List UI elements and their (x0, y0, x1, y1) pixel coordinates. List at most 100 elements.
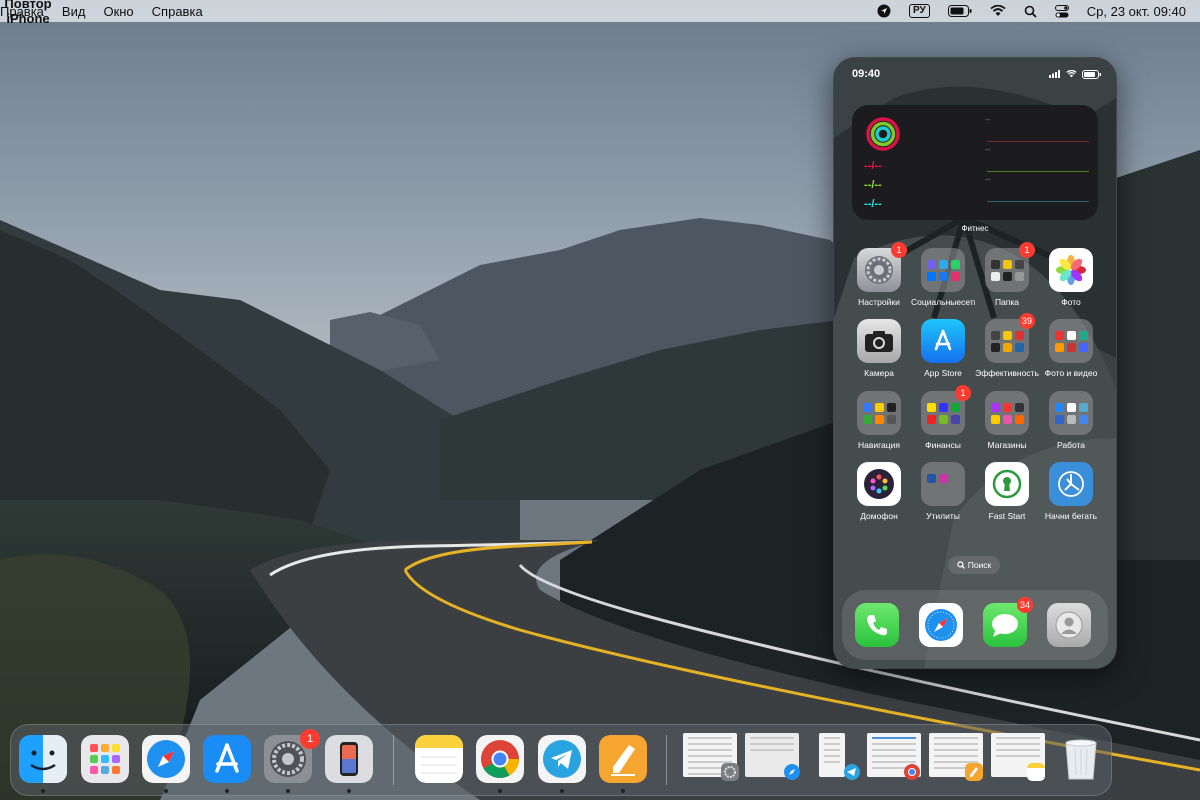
battery-icon[interactable] (947, 5, 972, 17)
signal-icon (1049, 70, 1060, 78)
folder-preview-icon (990, 402, 1024, 424)
running-icon (1058, 471, 1084, 497)
messages-badge: 34 (1017, 597, 1033, 613)
menu-view[interactable]: Вид (62, 4, 86, 19)
app-phone[interactable] (855, 603, 899, 647)
settings-dock-badge: 1 (300, 729, 320, 749)
iphone-mirroring-window[interactable]: 09:40 --/-- --/-- --/-- -- -- -- Фитнес … (833, 57, 1117, 669)
photos-flower-icon (1056, 255, 1086, 285)
folder-generic[interactable]: 1 Папка (975, 242, 1039, 307)
running-indicator (498, 789, 502, 793)
dock-separator (393, 735, 394, 785)
folder-badge: 1 (1019, 242, 1035, 258)
trash-icon[interactable] (1057, 735, 1105, 783)
app-label: Утилиты (926, 511, 960, 521)
search-label: Поиск (967, 560, 992, 570)
app-label: Фото и видео (1044, 368, 1098, 378)
notes-icon[interactable] (415, 735, 463, 783)
pages-icon[interactable] (599, 735, 647, 783)
folder-utilities[interactable]: Утилиты (911, 462, 975, 521)
intercom-icon (864, 469, 894, 499)
launchpad-icon[interactable] (81, 735, 129, 783)
app-label: Эффективность (975, 368, 1039, 378)
app-store-dock-icon[interactable] (203, 735, 251, 783)
app-menu[interactable]: Повтор iPhone (0, 0, 60, 26)
menu-window[interactable]: Окно (103, 4, 133, 19)
folder-photo-video[interactable]: Фото и видео (1039, 319, 1103, 378)
folder-preview-icon (926, 473, 960, 495)
app-messages[interactable]: 34 (983, 597, 1033, 647)
app-label: Начни бегать (1044, 511, 1098, 521)
productivity-badge: 39 (1019, 313, 1035, 329)
phone-status-bar: 09:40 (852, 68, 1102, 80)
control-center-icon[interactable] (1054, 4, 1069, 18)
wifi-icon[interactable] (990, 5, 1006, 17)
safari-mini-icon (784, 764, 800, 780)
macos-dock: 1 (10, 724, 1112, 796)
app-fast-start[interactable]: Fast Start (975, 462, 1039, 521)
folder-social[interactable]: Социальныесети (911, 248, 975, 307)
location-icon[interactable] (877, 4, 891, 18)
gear-icon (865, 256, 893, 284)
phone-wifi-icon (1066, 70, 1077, 78)
finance-badge: 1 (955, 385, 971, 401)
folder-navigation[interactable]: Навигация (847, 391, 911, 450)
iphone-mirroring-icon[interactable] (325, 735, 373, 783)
phone-handset-icon (867, 615, 887, 636)
minimized-window-3[interactable] (819, 733, 845, 777)
spotlight-search-pill[interactable]: Поиск (948, 556, 1000, 574)
folder-productivity[interactable]: 39 Эффективность (975, 313, 1039, 378)
app-camera[interactable]: Камера (847, 319, 911, 378)
finder-icon[interactable] (19, 735, 67, 783)
app-intercom[interactable]: Домофон (847, 462, 911, 521)
telegram-mini-icon (844, 764, 860, 780)
app-label: Магазины (987, 440, 1027, 450)
folder-finance[interactable]: 1 Финансы (911, 385, 975, 450)
message-bubble-icon (992, 614, 1018, 637)
app-contacts[interactable] (1047, 603, 1091, 647)
camera-icon (865, 331, 893, 352)
menu-help[interactable]: Справка (152, 4, 203, 19)
app-app-store[interactable]: App Store (911, 319, 975, 378)
safari-icon[interactable] (142, 735, 190, 783)
notes-mini-icon (1027, 763, 1045, 781)
app-label: Камера (864, 368, 894, 378)
app-label: Фото (1061, 297, 1081, 307)
app-label: Домофон (860, 511, 898, 521)
app-label: Работа (1056, 440, 1086, 450)
settings-mini-icon (721, 763, 739, 781)
stand-value: --/-- (864, 198, 882, 210)
exercise-chart: -- (985, 145, 1089, 172)
keyhole-icon (992, 469, 1022, 499)
input-source-indicator[interactable]: РУ (908, 4, 930, 18)
running-indicator (225, 789, 229, 793)
app-safari[interactable] (919, 603, 963, 647)
telegram-icon[interactable] (538, 735, 586, 783)
chrome-mini-icon (904, 764, 920, 780)
folder-shops[interactable]: Магазины (975, 391, 1039, 450)
stand-chart: -- (985, 175, 1089, 202)
chrome-icon[interactable] (476, 735, 524, 783)
exercise-value: --/-- (864, 179, 882, 191)
app-store-icon (934, 329, 952, 351)
app-settings[interactable]: 1 Настройки (847, 242, 911, 307)
fitness-widget[interactable]: --/-- --/-- --/-- -- -- -- (852, 105, 1098, 220)
app-photos[interactable]: Фото (1039, 248, 1103, 307)
running-indicator (41, 789, 45, 793)
settings-badge: 1 (891, 242, 907, 258)
system-settings-icon[interactable]: 1 (264, 729, 320, 783)
search-icon (957, 561, 965, 569)
folder-preview-icon (926, 259, 960, 281)
running-indicator (621, 789, 625, 793)
dock-separator (666, 735, 667, 785)
phone-dock: 34 (842, 590, 1108, 660)
contacts-icon (1055, 611, 1083, 639)
folder-preview-icon (1054, 330, 1088, 352)
phone-battery-icon (1082, 69, 1101, 79)
folder-preview-icon (926, 402, 960, 424)
app-start-running[interactable]: Начни бегать (1039, 462, 1103, 521)
folder-work[interactable]: Работа (1039, 391, 1103, 450)
menubar-clock[interactable]: Ср, 23 окт. 09:40 (1087, 4, 1186, 19)
spotlight-icon[interactable] (1024, 5, 1037, 18)
menu-bar: Повтор iPhone Правка Вид Окно Справка РУ… (0, 0, 1200, 26)
